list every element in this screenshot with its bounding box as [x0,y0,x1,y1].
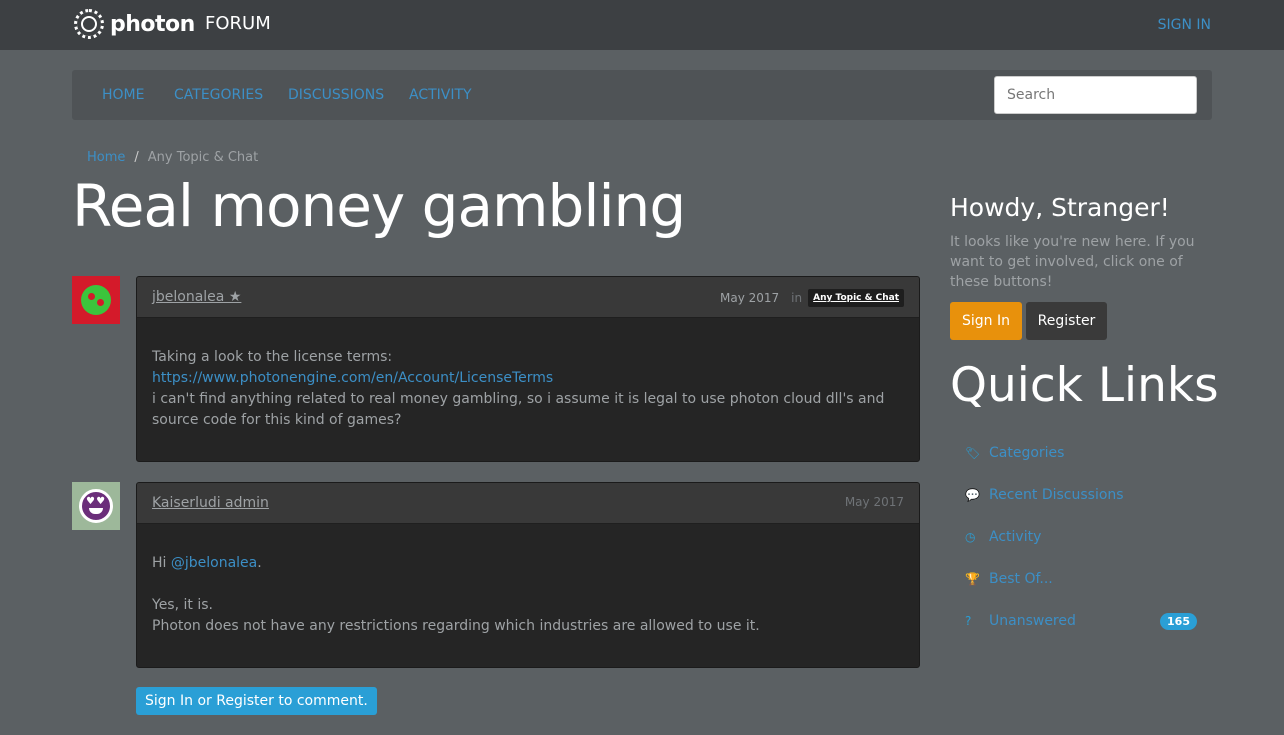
comment-text: Yes, it is. [152,597,213,613]
nav-discussions[interactable]: DISCUSSIONS [288,87,384,103]
quick-link-recent-discussions[interactable]: 💬 Recent Discussions [950,474,1212,516]
comment-suffix: to comment. [278,693,368,709]
tags-icon: 🏷 [965,446,981,460]
forum-title[interactable]: FORUM [205,13,271,34]
post-body: Taking a look to the license terms: http… [137,318,919,431]
comment-text: Photon does not have any restrictions re… [152,618,760,634]
question-icon: ? [965,614,972,628]
quick-link-categories[interactable]: 🏷 Categories [950,432,1212,474]
trophy-icon: 🏆 [965,572,980,586]
comment-author[interactable]: Kaiserludi admin [152,495,269,511]
comment-register-link[interactable]: Register [216,693,274,709]
mention-suffix: . [257,555,262,571]
quick-link-label: Unanswered [989,613,1076,629]
comment-post: Kaiserludi admin May 2017 Hi @jbelonalea… [136,482,920,668]
greeting-text: Hi [152,555,167,571]
post-header: jbelonalea ★ May 2017 in Any Topic & Cha… [137,277,919,318]
clock-icon: ◷ [965,530,976,544]
nav-activity[interactable]: ACTIVITY [409,87,472,103]
in-label: in [791,291,803,305]
post-meta: May 2017 in Any Topic & Chat [720,289,904,307]
post-text: i can't find anything related to real mo… [152,391,885,428]
comment-sign-in-link[interactable]: Sign In [145,693,193,709]
quick-link-unanswered[interactable]: ? Unanswered 165 [950,600,1212,642]
breadcrumb: Home / Any Topic & Chat [87,150,258,165]
post-text: Taking a look to the license terms: [152,349,393,365]
breadcrumb-category[interactable]: Any Topic & Chat [148,150,258,165]
quick-link-best-of[interactable]: 🏆 Best Of... [950,558,1212,600]
quick-link-label: Activity [989,529,1042,545]
sign-in-button[interactable]: Sign In [950,302,1022,340]
quick-link-label: Recent Discussions [989,487,1124,503]
comment-date[interactable]: May 2017 [845,495,904,509]
unanswered-count-badge: 165 [1160,613,1197,630]
avatar-face-icon [81,285,111,315]
page-title: Real money gambling [72,172,686,240]
quick-link-label: Categories [989,445,1065,461]
main-nav: HOME CATEGORIES DISCUSSIONS ACTIVITY [72,70,1212,120]
top-sign-in-link[interactable]: SIGN IN [1158,17,1211,33]
avatar-face-icon [79,489,113,523]
brand-name: photon [110,11,195,37]
quick-link-label: Best Of... [989,571,1053,587]
quick-links-title: Quick Links [950,358,1219,413]
logo[interactable]: photon [74,9,195,39]
post-header: Kaiserludi admin May 2017 [137,483,919,524]
post-author[interactable]: jbelonalea ★ [152,289,241,305]
post-date[interactable]: May 2017 [720,291,779,305]
sidebar-greeting: Howdy, Stranger! [950,193,1170,222]
discussion-post: jbelonalea ★ May 2017 in Any Topic & Cha… [136,276,920,462]
comment-prompt: Sign In or Register to comment. [136,687,377,715]
breadcrumb-home[interactable]: Home [87,150,125,165]
top-bar: photon FORUM SIGN IN [0,0,1284,50]
nav-categories[interactable]: CATEGORIES [174,87,263,103]
comment-greeting-line: Hi @jbelonalea. [152,553,904,574]
avatar[interactable] [72,276,120,324]
breadcrumb-separator: / [134,150,139,165]
comments-icon: 💬 [965,488,980,502]
post-meta: May 2017 [845,495,904,509]
comment-body: Hi @jbelonalea. Yes, it is. Photon does … [137,524,919,637]
register-button[interactable]: Register [1026,302,1107,340]
sidebar-intro: It looks like you're new here. If you wa… [950,234,1195,290]
mention-link[interactable]: @jbelonalea [171,555,257,571]
nav-home[interactable]: HOME [102,87,144,103]
license-link[interactable]: https://www.photonengine.com/en/Account/… [152,370,553,386]
avatar[interactable] [72,482,120,530]
search-input[interactable] [994,76,1197,114]
quick-link-activity[interactable]: ◷ Activity [950,516,1212,558]
category-tag[interactable]: Any Topic & Chat [808,289,904,307]
photon-logo-icon [74,9,104,39]
or-text: or [197,693,212,709]
